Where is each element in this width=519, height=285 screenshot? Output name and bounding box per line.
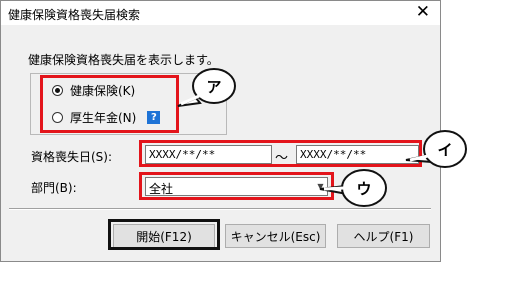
callout-a-label: ア — [206, 78, 221, 96]
callout-a-bubble: ア — [177, 68, 236, 107]
callout-i-bubble: イ — [405, 130, 467, 168]
callout-layer: ア イ ウ — [177, 68, 467, 207]
callout-i-label: イ — [437, 141, 452, 159]
callout-u-label: ウ — [356, 180, 371, 198]
callout-u-bubble: ウ — [319, 169, 387, 207]
